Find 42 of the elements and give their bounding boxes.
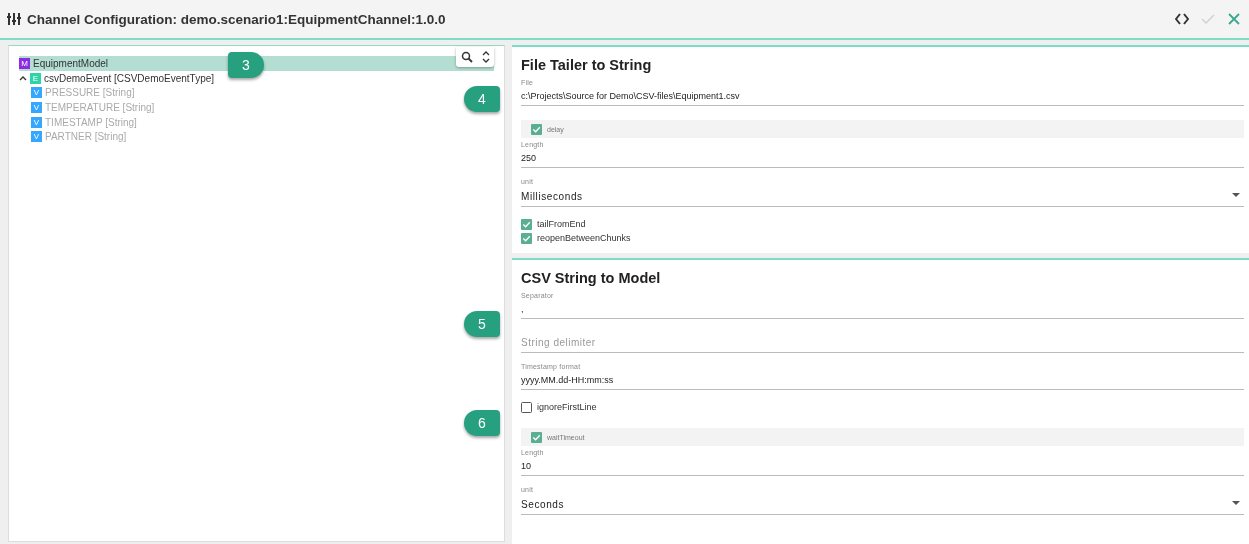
- checkbox-label: reopenBetweenChunks: [537, 233, 631, 243]
- checkbox[interactable]: [521, 401, 532, 413]
- type-badge: M: [19, 57, 30, 69]
- panel-title: CSV String to Model: [521, 270, 662, 286]
- tree-label: csvDemoEvent [CSVDemoEventType]: [44, 72, 215, 84]
- checkbox[interactable]: [531, 123, 542, 135]
- tree-label: EquipmentModel: [33, 57, 109, 69]
- panel-title: File Tailer to String: [521, 57, 653, 73]
- input-field[interactable]: ,: [521, 302, 1244, 319]
- checkbox[interactable]: [531, 431, 542, 443]
- tree-label: PARTNER [String]: [45, 131, 127, 143]
- dropdown-arrow-icon[interactable]: [1232, 193, 1240, 197]
- tree-label: TEMPERATURE [String]: [45, 101, 155, 113]
- input-field[interactable]: 250: [521, 151, 1244, 168]
- window-title: Channel Configuration: demo.scenario1:EquipmentChannel:1.0.0: [27, 11, 447, 27]
- code-icon[interactable]: [1175, 12, 1189, 26]
- search-icon[interactable]: [460, 51, 473, 63]
- checkbox-label: tailFromEnd: [537, 219, 586, 229]
- callout-badge: 6: [464, 410, 500, 436]
- type-badge: V: [31, 87, 42, 99]
- tree-label: TIMESTAMP [String]: [45, 116, 137, 128]
- checkbox-label: ignoreFirstLine: [537, 402, 597, 412]
- tree-label: PRESSURE [String]: [45, 87, 135, 99]
- dropdown-arrow-icon[interactable]: [1232, 501, 1240, 505]
- callout-badge: 5: [464, 311, 500, 337]
- type-badge: V: [31, 131, 42, 143]
- input-field[interactable]: String delimiter: [521, 329, 1244, 353]
- expand-collapse-icon[interactable]: [481, 51, 490, 63]
- input-field[interactable]: yyyy.MM.dd-HH:mm:ss: [521, 373, 1244, 390]
- type-badge: V: [31, 101, 42, 113]
- collapse-caret-icon[interactable]: [19, 75, 27, 82]
- checkbox[interactable]: [521, 218, 532, 230]
- checkbox[interactable]: [521, 232, 532, 244]
- tree-item[interactable]: E csvDemoEvent [CSVDemoEventType]: [19, 70, 215, 86]
- input-field[interactable]: 10: [521, 459, 1244, 476]
- type-badge: E: [30, 72, 41, 84]
- callout-badge: 4: [464, 86, 500, 112]
- callout-badge: 3: [228, 52, 264, 78]
- input-field[interactable]: c:\Projects\Source for Demo\CSV-files\Equipment1.csv: [521, 89, 1244, 106]
- type-badge: V: [31, 116, 42, 128]
- sliders-icon: [7, 12, 21, 26]
- close-icon[interactable]: [1227, 12, 1241, 26]
